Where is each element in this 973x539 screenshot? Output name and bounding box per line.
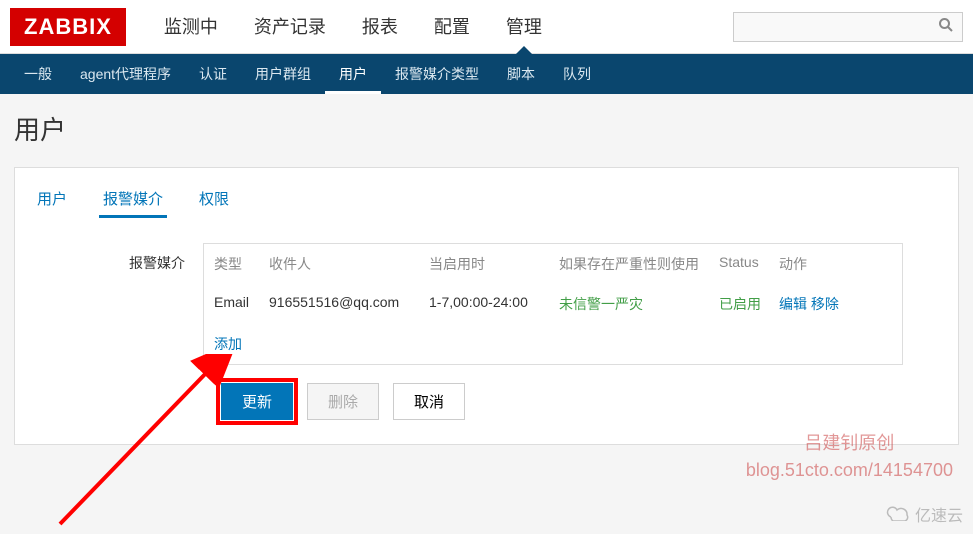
search-input[interactable] [733, 12, 963, 42]
content-area: 用户 用户 报警媒介 权限 报警媒介 类型 收件人 当启用时 如果存在严重性则使… [0, 94, 973, 534]
cell-recipient: 916551516@qq.com [269, 294, 429, 314]
nav-reports[interactable]: 报表 [344, 0, 416, 54]
sub-nav: 一般 agent代理程序 认证 用户群组 用户 报警媒介类型 脚本 队列 [0, 54, 973, 94]
tab-permissions[interactable]: 权限 [195, 182, 233, 218]
media-table: 类型 收件人 当启用时 如果存在严重性则使用 Status 动作 Email 9… [203, 243, 903, 365]
subnav-user-groups[interactable]: 用户群组 [241, 54, 325, 94]
nav-inventory[interactable]: 资产记录 [236, 0, 344, 54]
watermark-line2: blog.51cto.com/14154700 [746, 457, 953, 484]
top-bar: ZABBIX 监测中 资产记录 报表 配置 管理 [0, 0, 973, 54]
cell-action: 编辑 移除 [779, 294, 859, 314]
header-recipient: 收件人 [269, 254, 429, 274]
media-form-row: 报警媒介 类型 收件人 当启用时 如果存在严重性则使用 Status 动作 Em… [33, 243, 940, 365]
top-nav: 监测中 资产记录 报表 配置 管理 [146, 0, 733, 54]
subnav-authentication[interactable]: 认证 [185, 54, 241, 94]
search-icon [938, 17, 954, 36]
subnav-scripts[interactable]: 脚本 [493, 54, 549, 94]
cancel-button[interactable]: 取消 [393, 383, 465, 420]
media-table-header: 类型 收件人 当启用时 如果存在严重性则使用 Status 动作 [204, 244, 902, 284]
header-type: 类型 [214, 254, 269, 274]
nav-configuration[interactable]: 配置 [416, 0, 488, 54]
brand-watermark: 亿速云 [883, 502, 963, 526]
edit-link[interactable]: 编辑 [779, 296, 807, 312]
logo: ZABBIX [10, 8, 126, 46]
subnav-queue[interactable]: 队列 [549, 54, 605, 94]
cell-type: Email [214, 294, 269, 314]
nav-administration[interactable]: 管理 [488, 0, 560, 54]
cell-when: 1-7,00:00-24:00 [429, 294, 559, 314]
update-button[interactable]: 更新 [221, 383, 293, 420]
cloud-icon [883, 503, 911, 526]
header-status: Status [719, 254, 779, 274]
remove-link[interactable]: 移除 [811, 296, 839, 312]
add-link[interactable]: 添加 [204, 324, 902, 364]
header-severity: 如果存在严重性则使用 [559, 254, 719, 274]
panel: 用户 报警媒介 权限 报警媒介 类型 收件人 当启用时 如果存在严重性则使用 S… [14, 167, 959, 445]
header-when: 当启用时 [429, 254, 559, 274]
nav-monitoring[interactable]: 监测中 [146, 0, 236, 54]
tab-user[interactable]: 用户 [33, 182, 71, 218]
cell-severity: 未信警一严灾 [559, 294, 719, 314]
subnav-general[interactable]: 一般 [10, 54, 66, 94]
page-title: 用户 [14, 110, 959, 147]
subnav-proxies[interactable]: agent代理程序 [66, 54, 185, 94]
media-label: 报警媒介 [33, 243, 203, 273]
tabs: 用户 报警媒介 权限 [33, 182, 940, 219]
subnav-media-types[interactable]: 报警媒介类型 [381, 54, 493, 94]
table-row: Email 916551516@qq.com 1-7,00:00-24:00 未… [204, 284, 902, 324]
header-action: 动作 [779, 254, 859, 274]
delete-button: 删除 [307, 383, 379, 420]
button-row: 更新 删除 取消 [221, 383, 940, 420]
subnav-users[interactable]: 用户 [325, 54, 381, 94]
tab-media[interactable]: 报警媒介 [99, 182, 167, 218]
cell-status: 已启用 [719, 294, 779, 314]
